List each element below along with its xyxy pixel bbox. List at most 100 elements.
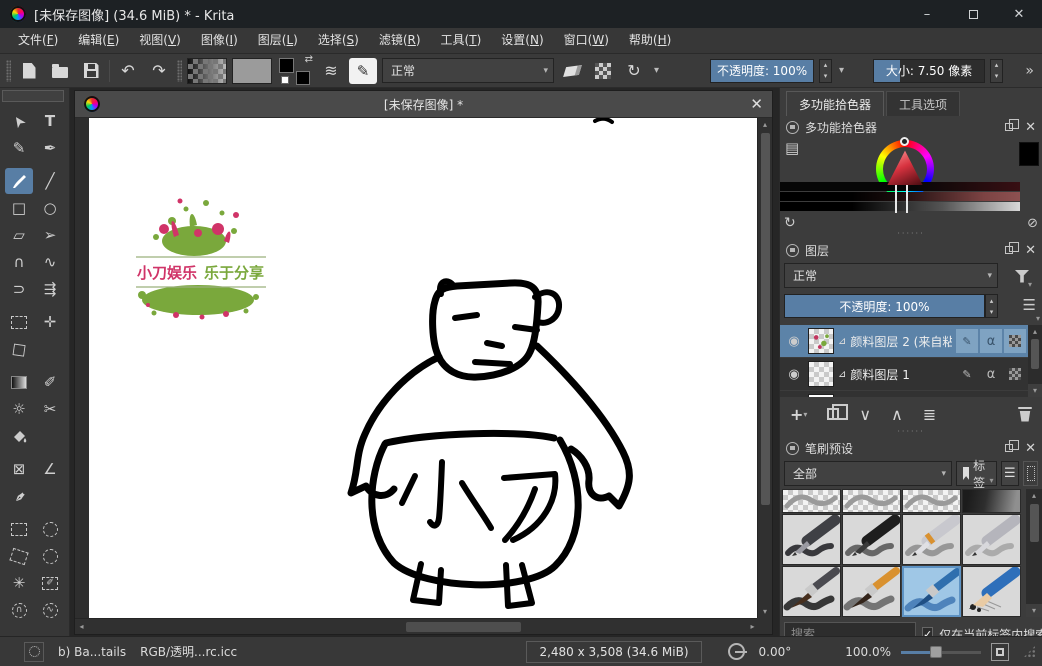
layer-properties-button[interactable]: ≣: [923, 405, 935, 424]
transform-tool[interactable]: [5, 309, 33, 335]
polyline-tool[interactable]: ➢: [36, 222, 64, 248]
lock-icon[interactable]: [786, 244, 799, 257]
color-range-select-tool[interactable]: ✐: [36, 570, 64, 596]
gradient-tool[interactable]: [5, 369, 33, 395]
window-resize-grip[interactable]: [1023, 645, 1036, 658]
scroll-down-icon[interactable]: ▾: [759, 605, 772, 618]
redo-button[interactable]: ↷: [146, 58, 172, 84]
calligraphy-tool[interactable]: ✒: [36, 135, 64, 161]
measure-tool[interactable]: ∠: [36, 456, 64, 482]
inherit-alpha-icon[interactable]: [1004, 362, 1026, 386]
close-panel-icon[interactable]: ✕: [1025, 120, 1036, 135]
close-button[interactable]: ✕: [996, 0, 1042, 28]
layer-row[interactable]: ◉⊿颜料图层 2 (来自粘贴)✎α: [780, 325, 1042, 358]
dynamic-brush-tool[interactable]: ⊃: [5, 276, 33, 302]
fit-to-view-button[interactable]: [991, 643, 1009, 661]
docker-splitter[interactable]: [780, 429, 1042, 437]
layer-opacity-slider[interactable]: 不透明度: 100%: [784, 294, 985, 318]
canvas-horizontal-scrollbar[interactable]: ◂ ▸: [75, 618, 759, 634]
opacity-slider[interactable]: 不透明度: 100%: [710, 59, 814, 83]
smart-patch-tool[interactable]: ✂: [36, 396, 64, 422]
add-layer-button[interactable]: +▾: [790, 405, 807, 424]
brush-preset-stroke-c[interactable]: [902, 489, 961, 513]
lock-icon[interactable]: [786, 442, 799, 455]
spin-down-icon[interactable]: ▾: [820, 71, 831, 82]
scroll-down-icon[interactable]: ▾: [1026, 604, 1042, 617]
menu-item-V[interactable]: 视图(V): [129, 28, 191, 53]
menu-item-I[interactable]: 图像(I): [191, 28, 248, 53]
size-spinner[interactable]: ▴▾: [990, 59, 1003, 83]
edit-shapes-tool[interactable]: ✎: [5, 135, 33, 161]
canvas-close-button[interactable]: ✕: [750, 95, 763, 113]
freehand-path-tool[interactable]: ∿: [36, 249, 64, 275]
horizontal-scroll-thumb[interactable]: [406, 622, 521, 632]
reload-dropdown-arrow[interactable]: ▾: [652, 65, 661, 76]
bezier-curve-tool[interactable]: ∩: [5, 249, 33, 275]
menu-item-R[interactable]: 滤镜(R): [369, 28, 431, 53]
ellipse-select-tool[interactable]: [36, 516, 64, 542]
menu-item-H[interactable]: 帮助(H): [619, 28, 681, 53]
visibility-icon[interactable]: ◉: [784, 334, 804, 349]
tab-tool-options[interactable]: 工具选项: [886, 91, 960, 116]
pattern-chooser-button[interactable]: [232, 58, 272, 84]
toolbar-drag-handle[interactable]: [6, 60, 11, 82]
close-panel-icon[interactable]: ✕: [1025, 441, 1036, 456]
brush-preset-pen-dark[interactable]: [782, 514, 841, 565]
line-tool[interactable]: ╱: [36, 168, 64, 194]
zoom-slider[interactable]: [901, 646, 981, 658]
assistants-tool[interactable]: ⊠: [5, 456, 33, 482]
background-color-swatch[interactable]: [296, 71, 310, 85]
brush-presets-list-button[interactable]: ≋: [318, 58, 344, 84]
brush-preset-brush-water[interactable]: [902, 566, 961, 617]
polygon-select-tool[interactable]: [5, 543, 33, 569]
alpha-lock-icon[interactable]: α: [980, 329, 1002, 353]
blend-mode-combobox[interactable]: 正常 ▾: [382, 58, 554, 83]
tag-button[interactable]: 标签 ▾: [956, 461, 997, 486]
preset-view-menu-button[interactable]: ☰: [1001, 461, 1020, 486]
opacity-spinner[interactable]: ▴▾: [819, 59, 832, 83]
toolbar-overflow-button[interactable]: »: [1025, 63, 1036, 79]
rectangle-tool[interactable]: □: [5, 195, 33, 221]
fill-tool[interactable]: [5, 423, 33, 449]
menu-item-S[interactable]: 选择(S): [308, 28, 369, 53]
brush-lock-icon[interactable]: ✎: [956, 329, 978, 353]
ellipse-tool[interactable]: ○: [36, 195, 64, 221]
alpha-lock-icon[interactable]: α: [980, 362, 1002, 386]
inherit-alpha-icon[interactable]: [1004, 329, 1026, 353]
move-layer-down-button[interactable]: ∨: [859, 405, 871, 424]
colorize-mask-tool[interactable]: ☼: [5, 396, 33, 422]
save-button[interactable]: [78, 58, 104, 84]
brush-editor-button[interactable]: ✎: [349, 58, 377, 84]
brush-preset-stroke-dark[interactable]: [962, 489, 1021, 513]
spin-up-icon[interactable]: ▴: [820, 60, 831, 71]
brush-preset-brush-dark[interactable]: [782, 566, 841, 617]
foreground-background-colors[interactable]: ⇄: [277, 56, 313, 86]
minimize-button[interactable]: –: [904, 0, 950, 28]
refresh-shades-icon[interactable]: ↻: [784, 215, 796, 231]
layer-blend-mode-combobox[interactable]: 正常 ▾: [784, 263, 998, 288]
brush-size-slider[interactable]: 大小: 7.50 像素: [873, 59, 985, 83]
delete-layer-button[interactable]: [1018, 407, 1032, 422]
visibility-icon[interactable]: ◉: [784, 367, 804, 382]
layer-options-menu-icon[interactable]: ☰: [1023, 296, 1036, 314]
tab-advanced-color-selector[interactable]: 多功能拾色器: [786, 91, 884, 116]
canvas-rotation-dial[interactable]: [728, 643, 745, 660]
brush-preset-stroke-a[interactable]: [782, 489, 841, 513]
swap-colors-icon[interactable]: ⇄: [305, 54, 313, 65]
brush-preset-pen-silver-orange[interactable]: [902, 514, 961, 565]
eraser-mode-button[interactable]: [559, 58, 585, 84]
toolbar-drag-handle[interactable]: [177, 60, 182, 82]
canvas-window-titlebar[interactable]: [未保存图像] * ✕: [75, 91, 772, 118]
layer-row[interactable]: ◉⊿颜料图层 1✎α: [780, 358, 1042, 391]
brush-preset-pen-black[interactable]: [842, 514, 901, 565]
preset-scroll-thumb[interactable]: [1030, 504, 1039, 542]
polygon-tool[interactable]: ▱: [5, 222, 33, 248]
foreground-color-swatch[interactable]: [279, 58, 294, 73]
layer-opacity-spinner[interactable]: ▴▾: [985, 294, 998, 318]
spin-down-icon[interactable]: ▾: [986, 306, 997, 317]
hue-handle[interactable]: [900, 137, 909, 146]
preset-display-mode-button[interactable]: [1023, 461, 1038, 486]
color-sampler-tool[interactable]: ✐: [36, 369, 64, 395]
brush-preset-pencil-blue[interactable]: [962, 566, 1021, 617]
canvas-vertical-scrollbar[interactable]: ▴ ▾: [757, 118, 772, 618]
